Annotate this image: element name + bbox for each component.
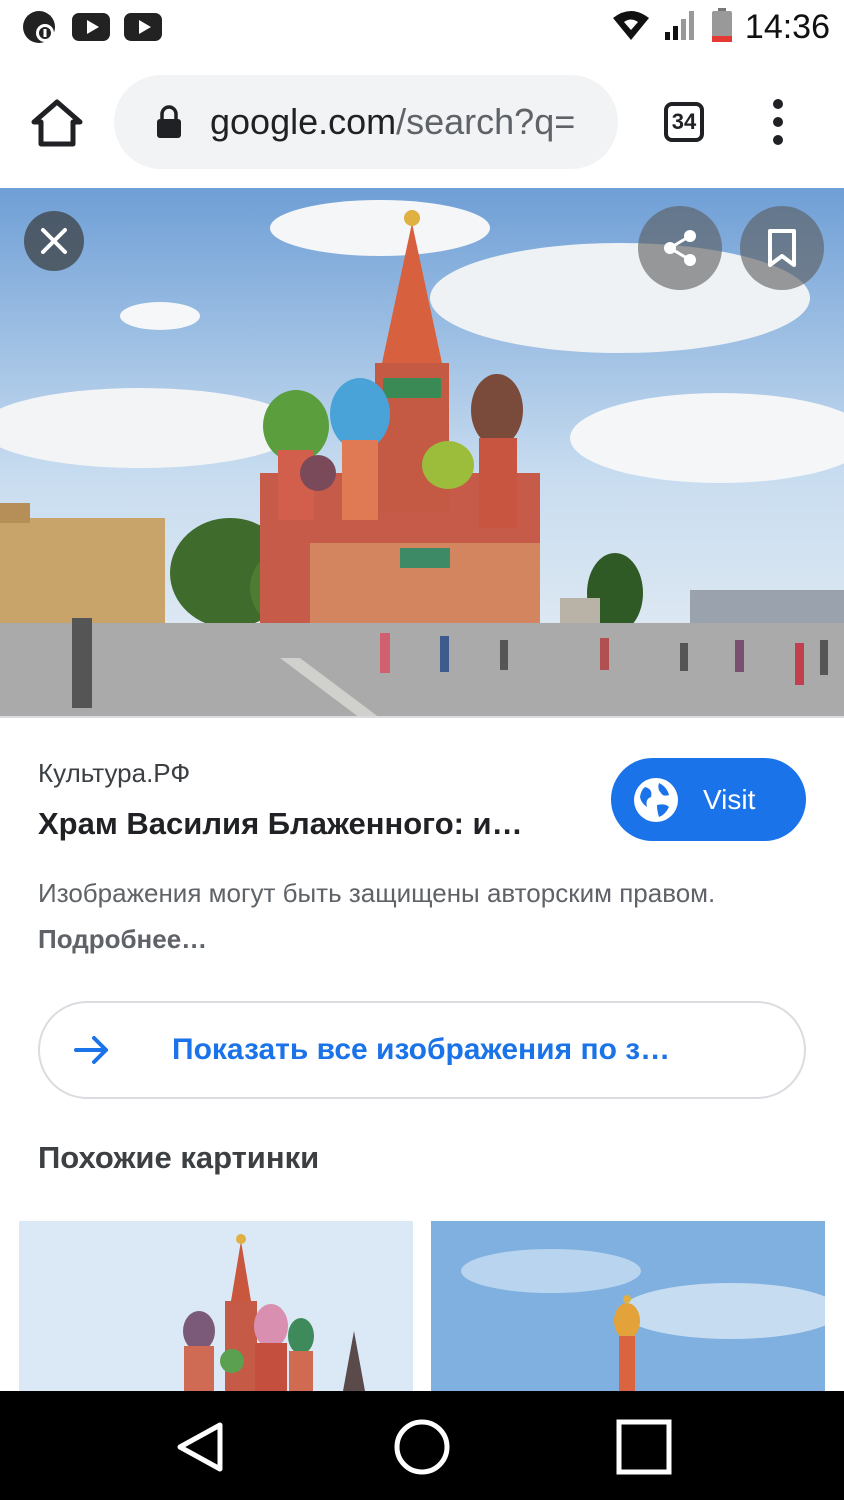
arrow-right-icon <box>74 1036 108 1064</box>
youtube-icon <box>72 10 110 44</box>
browser-toolbar: google.com/search?q= 34 <box>0 60 844 188</box>
show-all-label: Показать все изображения по з… <box>172 1033 671 1066</box>
result-title[interactable]: Храм Василия Блаженного: и… <box>38 806 558 842</box>
share-icon <box>664 230 696 266</box>
home-circle-icon <box>394 1419 450 1475</box>
close-button[interactable] <box>24 211 84 271</box>
tab-switcher-button[interactable]: 34 <box>664 102 704 142</box>
source-name: Культура.РФ <box>38 758 191 788</box>
lock-icon <box>157 105 181 138</box>
home-nav-button[interactable] <box>382 1409 462 1485</box>
bookmark-button[interactable] <box>740 206 824 290</box>
close-icon <box>41 228 67 254</box>
home-icon <box>31 99 83 147</box>
show-all-images-button[interactable]: Показать все изображения по з… <box>38 1001 806 1099</box>
notification-icons <box>20 10 162 44</box>
more-info-link[interactable]: Подробнее… <box>38 924 207 954</box>
home-button[interactable] <box>30 98 84 148</box>
system-status: 14:36 <box>611 8 830 47</box>
more-vert-icon <box>773 99 783 145</box>
status-bar: 14:36 <box>0 0 844 60</box>
more-menu-button[interactable] <box>764 98 792 146</box>
youtube-icon <box>124 10 162 44</box>
preview-image[interactable] <box>0 188 844 718</box>
battery-low-icon <box>711 8 733 47</box>
similar-images-heading: Похожие картинки <box>38 1140 320 1175</box>
similar-image-thumbnail[interactable] <box>431 1221 825 1391</box>
wifi-icon <box>611 8 651 47</box>
bookmark-icon <box>768 229 796 267</box>
back-icon <box>177 1422 223 1472</box>
recents-button[interactable] <box>604 1409 684 1485</box>
recents-icon <box>616 1419 672 1475</box>
globe-icon <box>634 777 678 822</box>
visit-label: Visit <box>703 783 756 815</box>
signal-icon <box>663 8 699 47</box>
clock: 14:36 <box>744 8 830 46</box>
copyright-notice: Изображения могут быть защищены авторски… <box>38 878 716 954</box>
share-button[interactable] <box>638 206 722 290</box>
system-navigation-bar <box>0 1391 844 1500</box>
visit-button[interactable]: Visit <box>611 758 806 841</box>
url-text: google.com/search?q= <box>210 101 576 142</box>
similar-image-thumbnail[interactable] <box>19 1221 413 1391</box>
back-button[interactable] <box>160 1409 240 1485</box>
settings-notification-icon <box>20 10 58 44</box>
address-bar[interactable]: google.com/search?q= <box>114 75 618 169</box>
